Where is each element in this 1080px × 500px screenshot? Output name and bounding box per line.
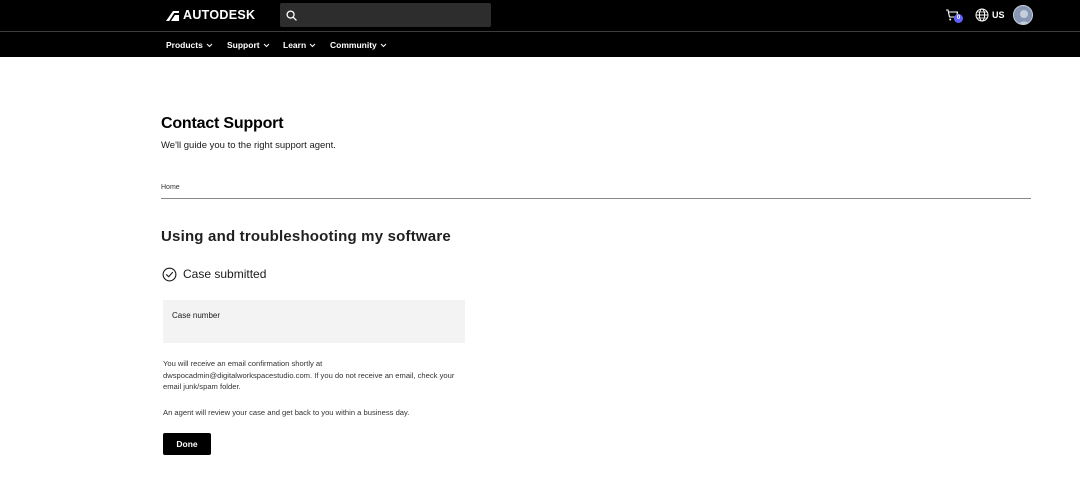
- agent-review-text: An agent will review your case and get b…: [163, 408, 410, 417]
- case-status-label: Case submitted: [183, 267, 267, 281]
- chevron-down-icon: [263, 43, 269, 47]
- email-confirmation-text: You will receive an email confirmation s…: [163, 359, 455, 391]
- brand-name: AUTODESK: [183, 8, 256, 22]
- search-input[interactable]: [303, 9, 483, 21]
- chevron-down-icon: [206, 43, 213, 47]
- top-header: AUTODESK 0 US: [0, 0, 1080, 31]
- case-status: Case submitted: [162, 265, 266, 283]
- avatar[interactable]: [1013, 5, 1033, 25]
- page-subtitle: We'll guide you to the right support age…: [161, 140, 336, 151]
- nav-item-label: Learn: [283, 40, 307, 50]
- autodesk-logo-icon: [166, 10, 179, 21]
- cart-button[interactable]: 0: [945, 8, 963, 26]
- nav-item-products[interactable]: Products: [166, 39, 213, 51]
- chevron-down-icon: [309, 43, 316, 47]
- cart-count-badge: 0: [954, 14, 963, 23]
- page-title: Contact Support: [161, 115, 284, 132]
- done-button[interactable]: Done: [163, 433, 211, 455]
- nav-item-learn[interactable]: Learn: [283, 39, 316, 51]
- case-number-panel: Case number: [163, 300, 465, 343]
- section-heading: Using and troubleshooting my software: [161, 228, 451, 245]
- user-avatar-icon: [1014, 6, 1032, 24]
- main-navigation: Products Support Learn Community: [0, 31, 1080, 57]
- nav-item-label: Support: [227, 40, 260, 50]
- chevron-down-icon: [380, 43, 387, 47]
- globe-icon: [975, 8, 989, 22]
- breadcrumb-divider: [161, 198, 1031, 199]
- autodesk-logo[interactable]: AUTODESK: [166, 8, 255, 22]
- check-circle-icon: [162, 267, 177, 281]
- nav-item-label: Products: [166, 40, 203, 50]
- search-bar[interactable]: [280, 3, 491, 27]
- region-selector[interactable]: US: [975, 7, 1005, 23]
- nav-item-community[interactable]: Community: [330, 39, 387, 51]
- case-number-label: Case number: [172, 311, 221, 320]
- breadcrumb-home[interactable]: Home: [161, 184, 180, 191]
- nav-item-label: Community: [330, 40, 377, 50]
- nav-item-support[interactable]: Support: [227, 39, 270, 51]
- region-label: US: [992, 10, 1005, 20]
- search-icon[interactable]: [286, 9, 297, 21]
